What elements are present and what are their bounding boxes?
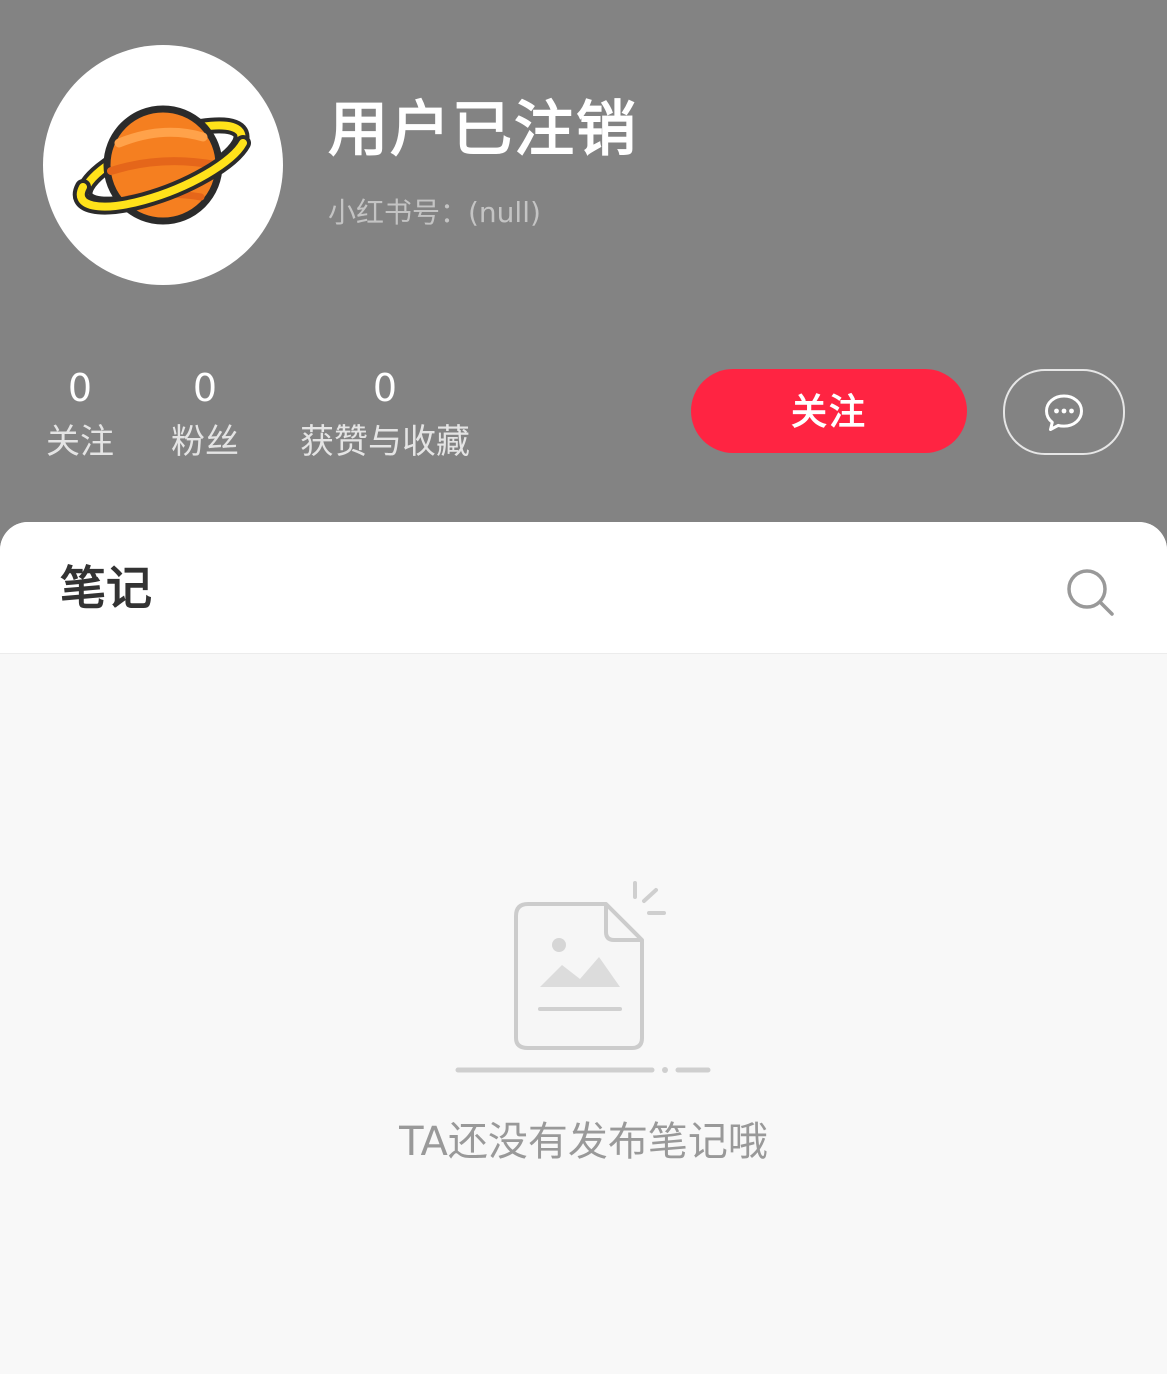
stat-fans-label: 粉丝: [171, 422, 239, 462]
empty-notes-message: TA还没有发布笔记哦: [399, 1119, 768, 1165]
follow-button[interactable]: 关注: [691, 369, 967, 453]
stat-fans-count: 0: [192, 366, 218, 410]
search-icon: [1067, 569, 1114, 616]
stat-likes-count: 0: [372, 366, 398, 410]
avatar[interactable]: [43, 45, 283, 285]
chat-bubble-icon: [1045, 394, 1083, 431]
search-button[interactable]: [1062, 564, 1118, 620]
stat-following-count: 0: [67, 366, 93, 410]
user-id: 小红书号：(null): [328, 196, 541, 229]
notes-tab-bar: 笔记: [0, 522, 1167, 654]
stat-likes-label: 获赞与收藏: [300, 422, 470, 462]
profile-header: 用户已注销 小红书号：(null) 0 关注 0 粉丝 0 获赞与收藏 关注: [0, 0, 1167, 560]
tab-notes[interactable]: 笔记: [60, 560, 152, 616]
stat-following-label: 关注: [46, 422, 114, 462]
empty-note-icon: [452, 877, 714, 1077]
message-button[interactable]: [1003, 369, 1125, 455]
username: 用户已注销: [328, 95, 638, 165]
planet-icon: [72, 105, 251, 225]
stat-likes-collects[interactable]: 0 获赞与收藏: [290, 362, 480, 466]
stat-following[interactable]: 0 关注: [40, 362, 120, 466]
notes-panel: 笔记 TA还没有发布笔记哦: [0, 522, 1167, 1374]
stat-fans[interactable]: 0 粉丝: [164, 362, 246, 466]
